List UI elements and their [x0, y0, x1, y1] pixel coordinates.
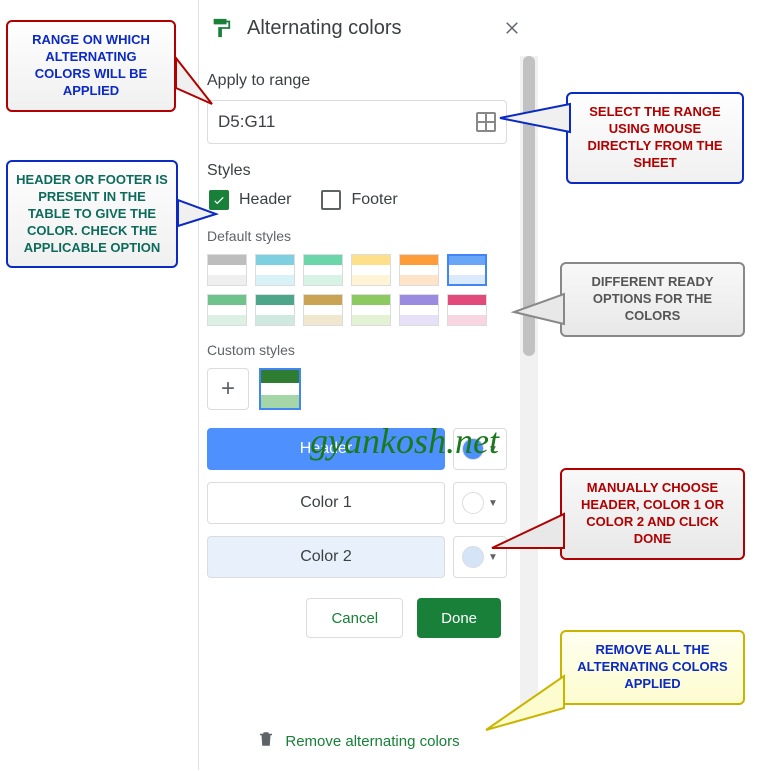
range-input-box[interactable]: D5:G11: [207, 100, 507, 144]
custom-styles-label: Custom styles: [207, 342, 507, 358]
footer-checkbox-label: Footer: [351, 191, 397, 209]
callout-range-text: RANGE ON WHICH ALTERNATING COLORS WILL B…: [32, 32, 150, 98]
panel-scrollbar[interactable]: ▴ ▾: [520, 56, 538, 710]
callout-range: RANGE ON WHICH ALTERNATING COLORS WILL B…: [6, 20, 176, 112]
custom-style-swatch[interactable]: [259, 368, 301, 410]
remove-alternating-link[interactable]: Remove alternating colors: [199, 730, 518, 752]
panel-title: Alternating colors: [247, 17, 500, 40]
callout-select-range: SELECT THE RANGE USING MOUSE DIRECTLY FR…: [566, 92, 744, 184]
select-range-icon[interactable]: [476, 112, 496, 132]
callout-ready-text: DIFFERENT READY OPTIONS FOR THE COLORS: [591, 274, 713, 323]
default-style-swatch[interactable]: [207, 254, 247, 286]
color1-label[interactable]: Color 1: [207, 482, 445, 524]
footer-checkbox[interactable]: [321, 190, 341, 210]
panel-header: Alternating colors: [199, 0, 538, 56]
header-color-picker[interactable]: ▼: [453, 428, 507, 470]
trash-icon: [257, 730, 275, 752]
default-style-swatch[interactable]: [351, 294, 391, 326]
styles-label: Styles: [207, 162, 507, 180]
callout-manual-colors: MANUALLY CHOOSE HEADER, COLOR 1 OR COLOR…: [560, 468, 745, 560]
default-style-swatch[interactable]: [303, 254, 343, 286]
callout-remove: REMOVE ALL THE ALTERNATING COLORS APPLIE…: [560, 630, 745, 705]
panel-body: Apply to range D5:G11 Styles Header Foot…: [199, 56, 519, 710]
color2-dot: [462, 546, 484, 568]
default-style-swatch[interactable]: [255, 254, 295, 286]
range-value: D5:G11: [218, 112, 476, 132]
callout-select-text: SELECT THE RANGE USING MOUSE DIRECTLY FR…: [587, 104, 722, 170]
close-icon[interactable]: [500, 16, 524, 40]
callout-header-text: HEADER OR FOOTER IS PRESENT IN THE TABLE…: [16, 172, 168, 255]
header-checkbox-item[interactable]: Header: [209, 190, 291, 210]
callout-remove-text: REMOVE ALL THE ALTERNATING COLORS APPLIE…: [577, 642, 727, 691]
action-buttons: Cancel Done: [207, 598, 507, 638]
default-style-swatch[interactable]: [399, 294, 439, 326]
default-style-swatch[interactable]: [399, 254, 439, 286]
add-custom-style-button[interactable]: +: [207, 368, 249, 410]
color2-label[interactable]: Color 2: [207, 536, 445, 578]
remove-alternating-label: Remove alternating colors: [285, 733, 459, 750]
header-footer-checkrow: Header Footer: [207, 190, 507, 210]
header-color-row: Header ▼: [207, 428, 507, 470]
default-style-swatch[interactable]: [447, 254, 487, 286]
footer-checkbox-item[interactable]: Footer: [321, 190, 397, 210]
color1-dot: [462, 492, 484, 514]
apply-range-label: Apply to range: [207, 72, 507, 90]
default-style-swatch[interactable]: [351, 254, 391, 286]
custom-styles-row: +: [207, 368, 507, 410]
default-style-swatch[interactable]: [255, 294, 295, 326]
color1-row: Color 1 ▼: [207, 482, 507, 524]
callout-manual-text: MANUALLY CHOOSE HEADER, COLOR 1 OR COLOR…: [581, 480, 724, 546]
header-color-dot: [462, 438, 484, 460]
default-styles-label: Default styles: [207, 228, 507, 244]
paint-format-icon: [209, 16, 233, 40]
color2-row: Color 2 ▼: [207, 536, 507, 578]
callout-header-footer: HEADER OR FOOTER IS PRESENT IN THE TABLE…: [6, 160, 178, 268]
chevron-down-icon: ▼: [488, 444, 498, 455]
done-button[interactable]: Done: [417, 598, 501, 638]
chevron-down-icon: ▼: [488, 498, 498, 509]
header-checkbox-label: Header: [239, 191, 291, 209]
cancel-button[interactable]: Cancel: [306, 598, 403, 638]
default-style-swatch[interactable]: [207, 294, 247, 326]
default-style-swatch[interactable]: [447, 294, 487, 326]
color-config-rows: Header ▼ Color 1 ▼ Color 2 ▼: [207, 428, 507, 578]
default-styles-grid: [207, 254, 507, 326]
header-color-label[interactable]: Header: [207, 428, 445, 470]
callout-default-styles: DIFFERENT READY OPTIONS FOR THE COLORS: [560, 262, 745, 337]
alternating-colors-panel: Alternating colors Apply to range D5:G11…: [198, 0, 538, 770]
default-style-swatch[interactable]: [303, 294, 343, 326]
